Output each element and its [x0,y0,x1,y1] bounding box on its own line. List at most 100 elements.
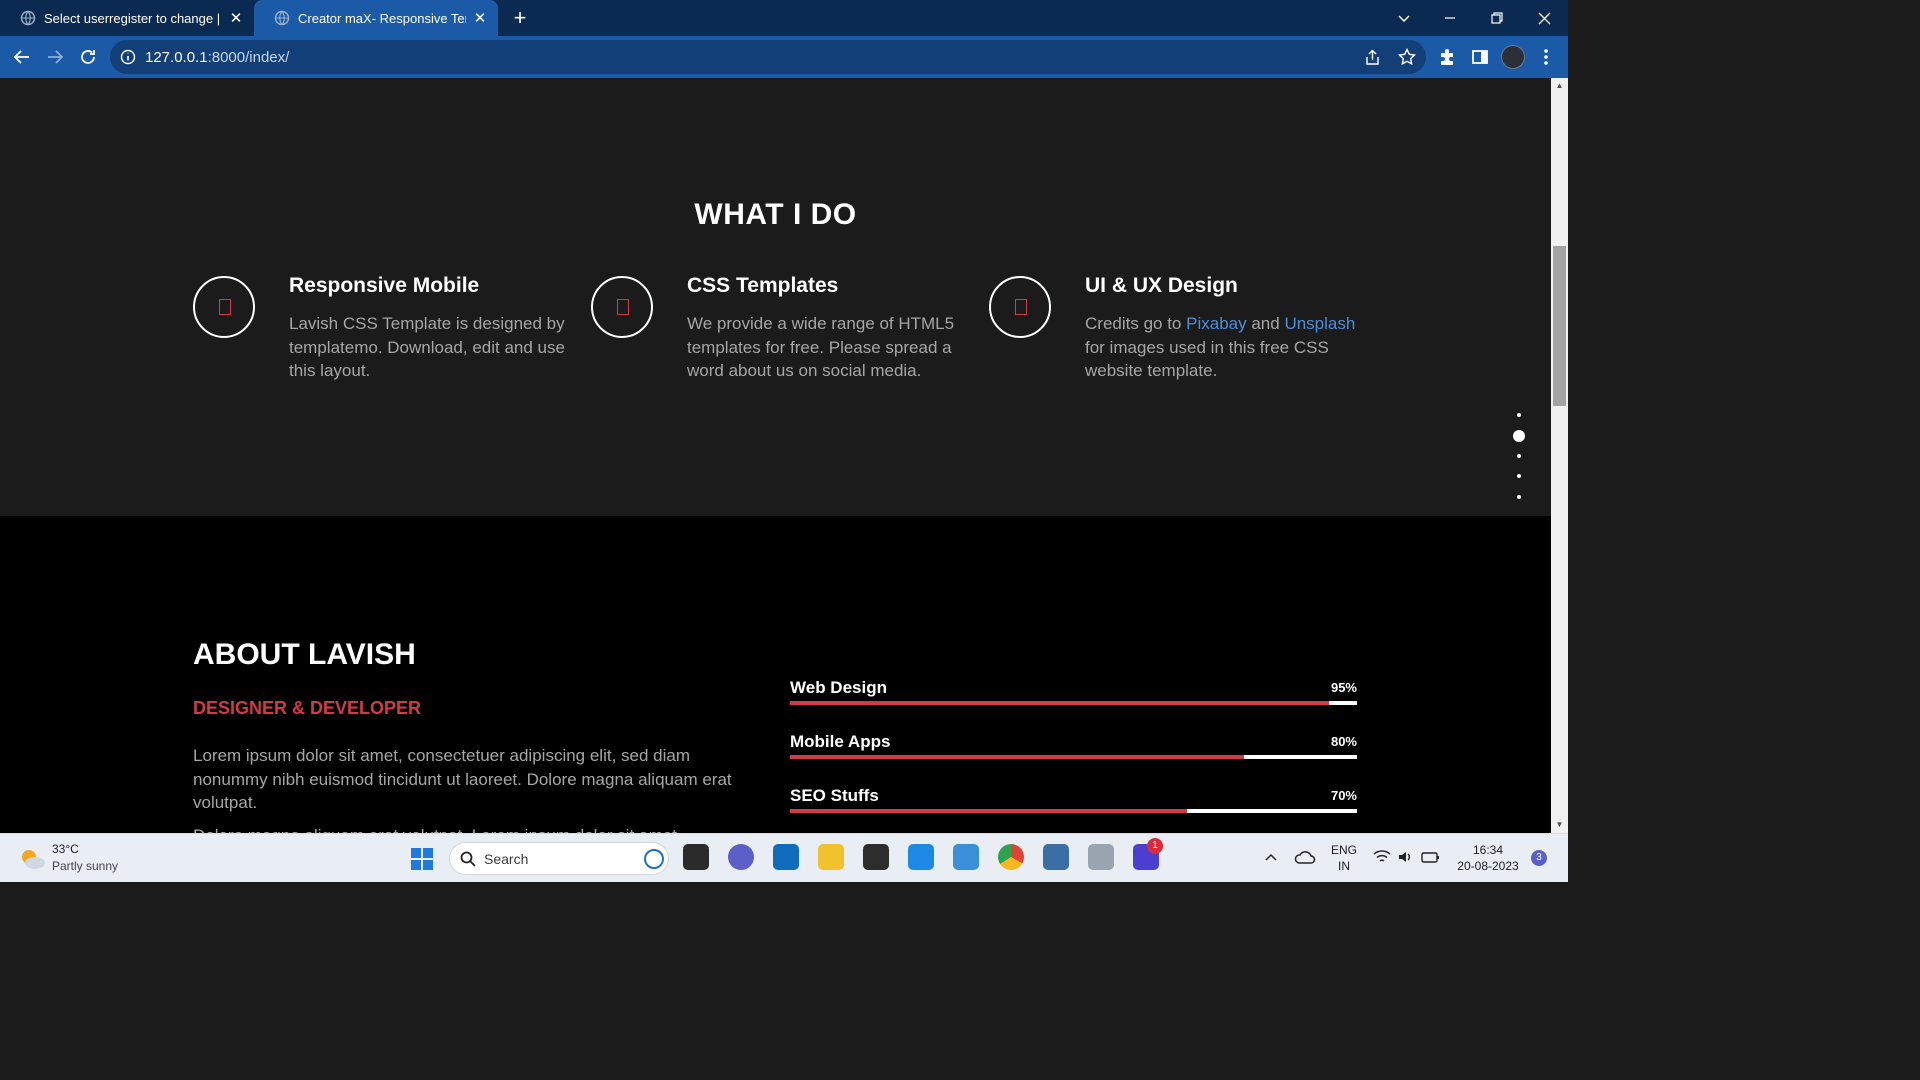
skill-percent: 95% [1330,680,1357,695]
what-i-do-section: WHAT I DO Responsive Mobile Lavish CSS T… [0,78,1551,516]
clock-time[interactable]: 16:34 [1448,843,1528,857]
teams-chat-icon[interactable] [728,844,754,870]
language-line1[interactable]: ENG [1330,843,1358,857]
about-paragraph: Dolore magna aliquam erat volutpat. Lore… [193,824,748,833]
search-label: Search [484,851,529,867]
scroll-up-arrow[interactable]: ▲ [1551,78,1568,94]
close-icon[interactable]: ✕ [228,9,244,27]
service-title: UI & UX Design [1085,274,1238,297]
weather-temp: 33°C [52,842,79,856]
extensions-icon[interactable] [1431,41,1463,73]
browser-toolbar: 127.0.0.1:8000/index/ [0,36,1568,78]
taskbar-search[interactable]: Search [449,842,669,875]
partly-sunny-icon [22,850,45,869]
app-badge: 1 [1147,838,1163,854]
wifi-icon[interactable] [1373,849,1391,865]
skill-fill [790,701,1329,705]
bing-icon [644,849,664,869]
restore-button[interactable] [1474,0,1520,36]
code-icon [591,276,653,338]
reload-button[interactable] [72,41,104,73]
address-bar[interactable]: 127.0.0.1:8000/index/ [110,40,1426,74]
volume-icon[interactable] [1397,849,1413,865]
store-icon[interactable] [773,844,799,870]
service-text: Credits go to Pixabay and Unsplash for i… [1085,314,1356,380]
skill-bar: SEO Stuffs 70% [790,786,1357,816]
nav-dot[interactable] [1517,413,1521,417]
design-icon [989,276,1051,338]
skill-bar: Mobile Apps 80% [790,732,1357,762]
close-icon[interactable]: ✕ [472,9,488,27]
tab-title: Creator maX- Responsive Templa [298,10,466,26]
close-window-button[interactable] [1521,0,1567,36]
pixabay-link[interactable]: Pixabay [1186,314,1246,333]
weather-desc: Partly sunny [52,859,119,873]
vscode-icon[interactable] [908,844,934,870]
tray-chevron-up-icon[interactable] [1264,852,1278,862]
service-title: Responsive Mobile [289,274,480,297]
skill-track [790,809,1357,813]
skill-percent: 80% [1330,734,1357,749]
tab-title: Select userregister to change | Dj [44,10,222,26]
page-scrollbar[interactable]: ▲ ▼ [1551,78,1568,833]
section-heading: WHAT I DO [694,198,857,231]
minimize-button[interactable] [1427,0,1473,36]
side-panel-icon[interactable] [1464,41,1496,73]
bookmark-star-icon[interactable] [1398,48,1416,66]
skill-name: Web Design [790,678,887,697]
windows-start-icon[interactable] [410,847,434,871]
onedrive-icon[interactable] [1294,848,1316,866]
nav-dot[interactable] [1517,474,1521,478]
back-button[interactable] [6,41,38,73]
clock-date[interactable]: 20-08-2023 [1448,859,1528,873]
service-title: CSS Templates [687,274,839,297]
windows-taskbar: 33°C Partly sunny Search 1 ENG IN 16:34 … [0,833,1568,882]
new-tab-button[interactable]: + [508,4,532,32]
tab-search-chevron-icon[interactable] [1381,0,1427,36]
tab-creator-max[interactable]: Creator maX- Responsive Templa ✕ [254,0,498,36]
browser-tab-bar: Select userregister to change | Dj ✕ Cre… [0,0,1568,36]
notification-badge[interactable]: 3 [1531,850,1547,866]
battery-icon[interactable] [1421,849,1441,865]
skill-fill [790,809,1187,813]
skill-fill [790,755,1244,759]
app-icon[interactable]: 1 [1133,838,1163,870]
nav-dot[interactable] [1517,454,1521,458]
service-text: Lavish CSS Template is designed by templ… [289,314,565,380]
nav-dot-active[interactable] [1513,430,1525,442]
photos-icon[interactable] [953,844,979,870]
site-info-icon[interactable] [120,49,136,65]
forward-button[interactable] [39,41,71,73]
search-icon [460,851,476,867]
share-icon[interactable] [1364,49,1381,66]
page-viewport: WHAT I DO Responsive Mobile Lavish CSS T… [0,78,1551,833]
tab-userregister[interactable]: Select userregister to change | Dj ✕ [0,0,254,36]
about-subheading: DESIGNER & DEVELOPER [193,698,422,718]
unsplash-link[interactable]: Unsplash [1284,314,1355,333]
globe-icon [20,10,36,26]
file-explorer-icon[interactable] [818,844,844,870]
skill-bar: Web Design 95% [790,678,1357,708]
about-paragraph: Lorem ipsum dolor sit amet, consectetuer… [193,746,732,812]
language-line2[interactable]: IN [1330,859,1358,873]
about-section: ABOUT LAVISH DESIGNER & DEVELOPER Lorem … [0,516,1551,833]
terminal-icon[interactable] [863,844,889,870]
globe-icon [274,10,290,26]
more-menu-icon[interactable] [1530,41,1562,73]
weather-widget[interactable]: 33°C Partly sunny [18,842,158,876]
nav-dot[interactable] [1517,495,1521,499]
task-view-icon[interactable] [683,844,709,870]
chrome-icon[interactable] [998,844,1024,870]
skill-name: Mobile Apps [790,732,891,751]
scroll-down-arrow[interactable]: ▼ [1551,817,1568,833]
postgres-icon[interactable] [1043,844,1069,870]
skill-name: SEO Stuffs [790,786,879,805]
snipping-tool-icon[interactable] [1088,844,1114,870]
scrollbar-thumb[interactable] [1553,246,1566,406]
service-text: We provide a wide range of HTML5 templat… [687,314,955,380]
profile-avatar[interactable] [1497,41,1529,73]
about-heading: ABOUT LAVISH [193,638,416,671]
skill-track [790,701,1357,705]
skill-track [790,755,1357,759]
url-text[interactable]: 127.0.0.1:8000/index/ [145,49,289,66]
